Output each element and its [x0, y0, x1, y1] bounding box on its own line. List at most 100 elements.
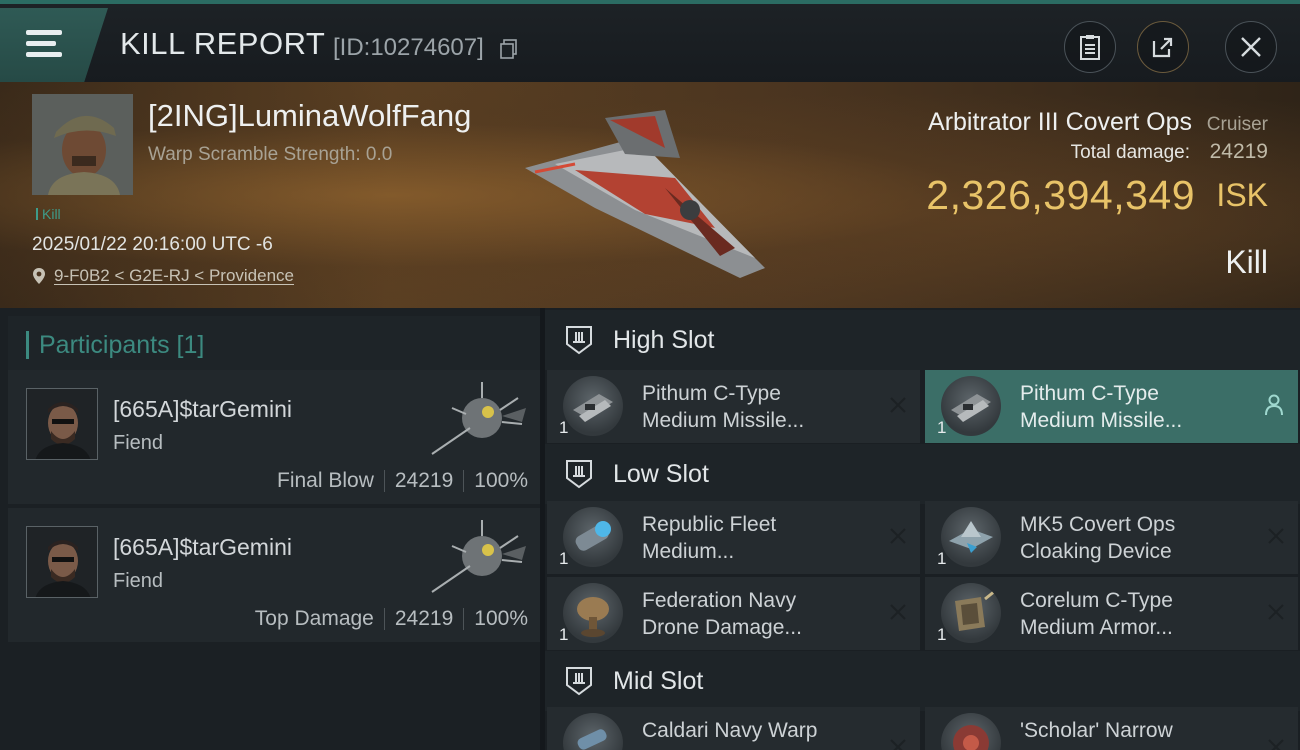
close-button[interactable]: [1225, 21, 1277, 73]
module-name-line1: Caldari Navy Warp: [642, 719, 818, 742]
module-quantity: 1: [937, 418, 947, 437]
module-name: Caldari Navy Warp: [642, 717, 882, 744]
destroyed-icon: [1268, 739, 1284, 750]
pilot-portrait-icon: [27, 527, 97, 597]
module-item[interactable]: 1 MK5 Covert Ops Cloaking Device: [925, 501, 1298, 574]
module-item[interactable]: 'Scholar' Narrow: [925, 707, 1298, 750]
module-name-line1: 'Scholar' Narrow: [1020, 719, 1173, 742]
participant-ship: Fiend: [113, 432, 164, 454]
module-name: Pithum C-Type Medium Missile...: [1020, 380, 1260, 434]
kill-timestamp: 2025/01/22 20:16:00 UTC -6: [32, 234, 273, 255]
divider: [463, 470, 465, 492]
module-item[interactable]: 1 Federation Navy Drone Damage...: [547, 577, 920, 650]
module-name-line1: Corelum C-Type: [1020, 589, 1173, 612]
participants-panel: Participants [1] [665A]$tarGemini Fiend …: [0, 308, 540, 750]
total-damage-label: Total damage:: [1070, 142, 1190, 163]
module-item[interactable]: 1 Republic Fleet Medium...: [547, 501, 920, 574]
module-name-line1: Pithum C-Type: [1020, 382, 1159, 405]
module-quantity: 1: [559, 418, 569, 437]
fitting-panel: High Slot 1 Pithum C-Type Medium Missile…: [545, 308, 1300, 750]
participants-header: Participants [1]: [8, 316, 540, 374]
module-name: MK5 Covert Ops Cloaking Device: [1020, 511, 1260, 565]
participant-damage: 24219: [394, 469, 454, 492]
low-slot-icon: [566, 460, 592, 489]
participant-name[interactable]: [665A]$tarGemini: [113, 396, 292, 423]
participant-row[interactable]: [665A]$tarGemini Fiend Top Damage 24219 …: [8, 508, 540, 642]
clipboard-button[interactable]: [1064, 21, 1116, 73]
destroyed-icon: [1268, 604, 1284, 620]
participant-avatar[interactable]: [26, 526, 98, 598]
victim-name[interactable]: [2ING]LuminaWolfFang: [148, 98, 471, 134]
scanner-icon: [941, 713, 1001, 750]
slot-label: Mid Slot: [613, 666, 704, 695]
victim-avatar[interactable]: [32, 94, 133, 195]
shield-booster-icon: [563, 507, 623, 567]
drone-damage-icon: [563, 583, 623, 643]
slot-label: Low Slot: [613, 459, 709, 488]
module-quantity: 1: [937, 625, 947, 644]
close-icon: [1241, 37, 1261, 57]
participant-stats: Final Blow 24219 100%: [277, 469, 528, 493]
module-item[interactable]: 1 Pithum C-Type Medium Missile...: [925, 370, 1298, 443]
fiend-drone-icon: [431, 520, 526, 593]
menu-button[interactable]: [0, 8, 108, 82]
module-name-line2: Medium...: [642, 540, 735, 563]
module-name: Corelum C-Type Medium Armor...: [1020, 587, 1260, 641]
victim-banner: [2ING]LuminaWolfFang Warp Scramble Stren…: [0, 82, 1300, 308]
module-quantity: 1: [559, 625, 569, 644]
share-button[interactable]: [1137, 21, 1189, 73]
kill-type-tag: Kill: [36, 206, 61, 222]
module-name: 'Scholar' Narrow: [1020, 717, 1260, 744]
participant-name[interactable]: [665A]$tarGemini: [113, 534, 292, 561]
cloaking-device-icon: [941, 507, 1001, 567]
destroyed-icon: [890, 604, 906, 620]
result-label: Kill: [1225, 244, 1268, 280]
module-name: Pithum C-Type Medium Missile...: [642, 380, 882, 434]
user-icon: [1265, 394, 1283, 416]
destroyed-icon: [890, 739, 906, 750]
location-link[interactable]: 9-F0B2 < G2E-RJ < Providence: [54, 266, 294, 286]
participant-damage: 24219: [394, 607, 454, 630]
module-name-line1: Federation Navy: [642, 589, 797, 612]
report-id: [ID:10274607]: [333, 34, 484, 61]
module-name-line2: Cloaking Device: [1020, 540, 1172, 563]
warp-disruptor-icon: [563, 713, 623, 750]
isk-value: 2,326,394,349: [926, 172, 1195, 218]
module-name: Republic Fleet Medium...: [642, 511, 882, 565]
module-item[interactable]: 1 Corelum C-Type Medium Armor...: [925, 577, 1298, 650]
page-title: KILL REPORT: [120, 26, 326, 61]
module-item[interactable]: Caldari Navy Warp: [547, 707, 920, 750]
divider: [383, 608, 385, 630]
participant-stats: Top Damage 24219 100%: [255, 607, 528, 631]
missile-launcher-icon: [563, 376, 623, 436]
module-name: Federation Navy Drone Damage...: [642, 587, 882, 641]
total-damage-value: 24219: [1209, 140, 1268, 163]
share-icon: [1152, 37, 1173, 58]
destroyed-icon: [1268, 528, 1284, 544]
high-slot-icon: [566, 326, 592, 355]
high-slot-header: High Slot: [545, 310, 1300, 370]
participant-row[interactable]: [665A]$tarGemini Fiend Final Blow 24219 …: [8, 370, 540, 504]
copy-icon[interactable]: [500, 39, 518, 59]
warp-scramble-strength: Warp Scramble Strength: 0.0: [148, 144, 393, 165]
participant-avatar[interactable]: [26, 388, 98, 460]
participant-role: Final Blow: [277, 469, 374, 492]
module-item[interactable]: 1 Pithum C-Type Medium Missile...: [547, 370, 920, 443]
mid-slot-header: Mid Slot: [545, 651, 1300, 711]
clipboard-icon: [1080, 35, 1100, 60]
module-name-line2: Medium Armor...: [1020, 616, 1173, 639]
ship-render-icon: [525, 110, 765, 278]
pilot-portrait-icon: [27, 389, 97, 459]
ship-class: Cruiser: [1206, 114, 1268, 135]
ship-name[interactable]: Arbitrator III Covert Ops: [928, 108, 1192, 137]
module-name-line2: Drone Damage...: [642, 616, 802, 639]
participant-role: Top Damage: [254, 607, 374, 630]
divider: [463, 608, 465, 630]
destroyed-icon: [890, 528, 906, 544]
module-name-line1: Pithum C-Type: [642, 382, 781, 405]
kill-location[interactable]: 9-F0B2 < G2E-RJ < Providence: [32, 266, 294, 286]
destroyed-icon: [890, 397, 906, 413]
module-quantity: 1: [937, 549, 947, 568]
participant-percent: 100%: [474, 469, 528, 492]
fiend-drone-icon: [431, 382, 526, 455]
